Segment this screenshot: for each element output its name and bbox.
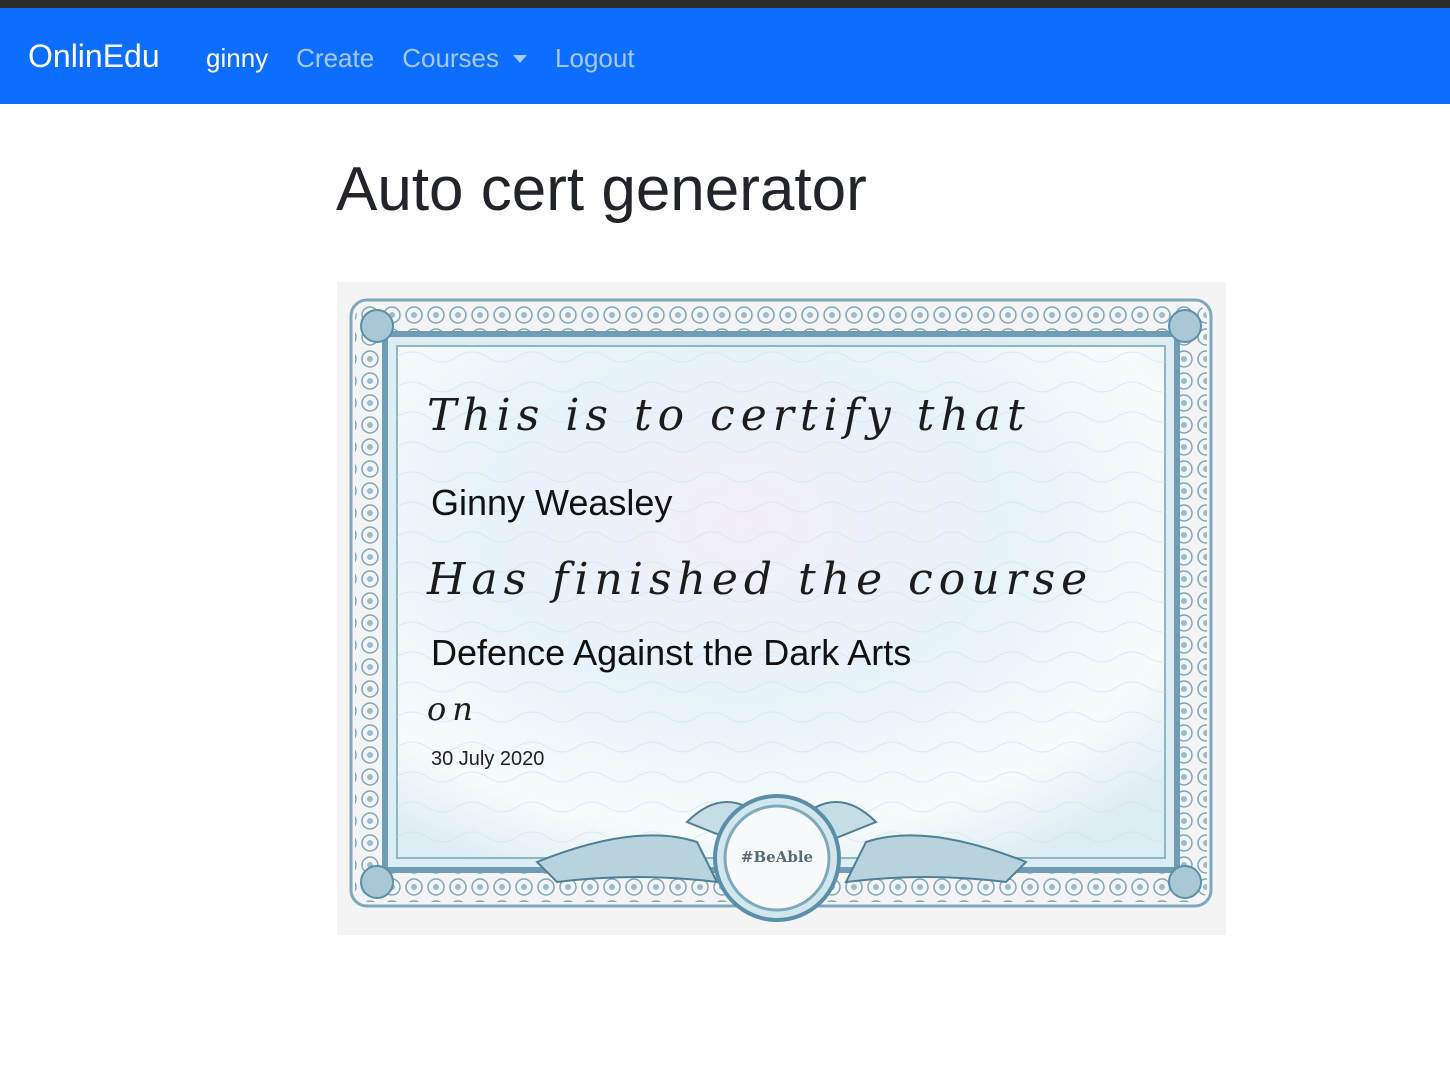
certificate-frame bbox=[349, 298, 1213, 922]
certificate-image: This is to certify that Ginny Weasley Ha… bbox=[337, 282, 1226, 935]
nav-item-create[interactable]: Create bbox=[296, 40, 374, 76]
cert-seal-text: #BeAble bbox=[740, 848, 814, 866]
window-top-strip bbox=[0, 0, 1450, 8]
nav-item-user[interactable]: ginny bbox=[206, 40, 268, 76]
chevron-down-icon bbox=[513, 55, 528, 63]
nav-item-logout[interactable]: Logout bbox=[555, 40, 635, 76]
cert-recipient-name: Ginny Weasley bbox=[431, 482, 673, 523]
navbar: OnlinEdu ginny Create Courses Logout bbox=[0, 8, 1450, 104]
cert-course-name: Defence Against the Dark Arts bbox=[431, 632, 912, 673]
cert-on-line: on bbox=[427, 690, 479, 728]
cert-course-line: Has finished the course bbox=[427, 554, 1094, 605]
nav-item-courses-dropdown[interactable]: Courses bbox=[402, 40, 528, 76]
cert-intro-line: This is to certify that bbox=[427, 390, 1031, 441]
nav-item-courses-label: Courses bbox=[402, 43, 500, 73]
page-title: Auto cert generator bbox=[336, 155, 867, 224]
nav-links: ginny Create Courses Logout bbox=[206, 38, 663, 78]
brand-link[interactable]: OnlinEdu bbox=[28, 36, 160, 76]
cert-date: 30 July 2020 bbox=[431, 748, 545, 770]
